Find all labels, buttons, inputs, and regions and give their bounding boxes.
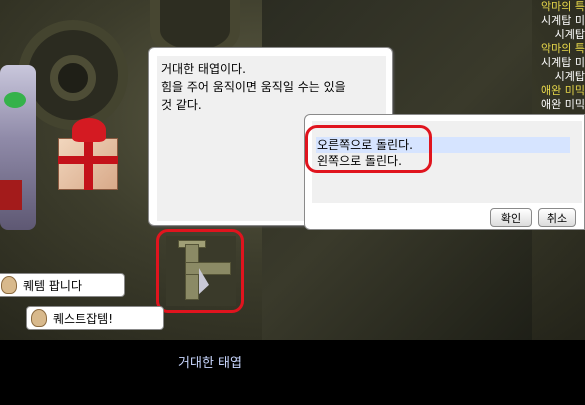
vendor-shop-sign[interactable]: 퀘템 팝니다 <box>0 273 125 297</box>
gift-ribbon <box>58 156 118 164</box>
object-name-label: 거대한 태엽 <box>178 356 242 371</box>
money-bag-icon <box>1 276 17 294</box>
chat-line: 시계탑 미 <box>541 14 585 27</box>
chat-line: 시계탑 <box>554 28 585 41</box>
wall-gear-hub <box>50 55 96 101</box>
chat-line: 악마의 특 <box>541 0 585 13</box>
cancel-button[interactable]: 취소 <box>538 208 576 227</box>
choice-menu-window: 오른쪽으로 돌린다. 왼쪽으로 돌린다. 확인 취소 <box>304 114 585 230</box>
vendor-shop-sign[interactable]: 퀘스트잡템! <box>26 306 164 330</box>
chat-line: 시계탑 <box>554 70 585 83</box>
ok-button[interactable]: 확인 <box>490 208 532 227</box>
npc-cape <box>0 180 22 210</box>
dialog-line: 거대한 태엽이다. <box>161 62 246 76</box>
chat-line: 시계탑 미 <box>541 56 585 69</box>
dialog-line: 것 같다. <box>161 98 202 112</box>
dialog-text: 거대한 태엽이다. 힘을 주어 움직이면 움직일 수는 있을 것 같다. <box>161 60 381 114</box>
vendor-shop-title: 퀘템 팝니다 <box>23 278 83 293</box>
chat-line: 애완 미믹 <box>541 98 585 111</box>
npc-pet <box>4 92 26 108</box>
choice-highlight-outline <box>305 125 432 173</box>
mouse-cursor-icon <box>199 268 209 298</box>
chat-line: 애완 미믹 <box>541 84 585 97</box>
vendor-shop-title: 퀘스트잡템! <box>53 311 114 326</box>
money-bag-icon <box>31 309 47 327</box>
gift-box-item[interactable] <box>54 118 122 190</box>
dialog-line: 힘을 주어 움직이면 움직일 수는 있을 <box>161 80 346 94</box>
chat-line: 악마의 특 <box>541 42 585 55</box>
gift-bow <box>72 118 106 142</box>
gift-ribbon <box>84 138 93 190</box>
